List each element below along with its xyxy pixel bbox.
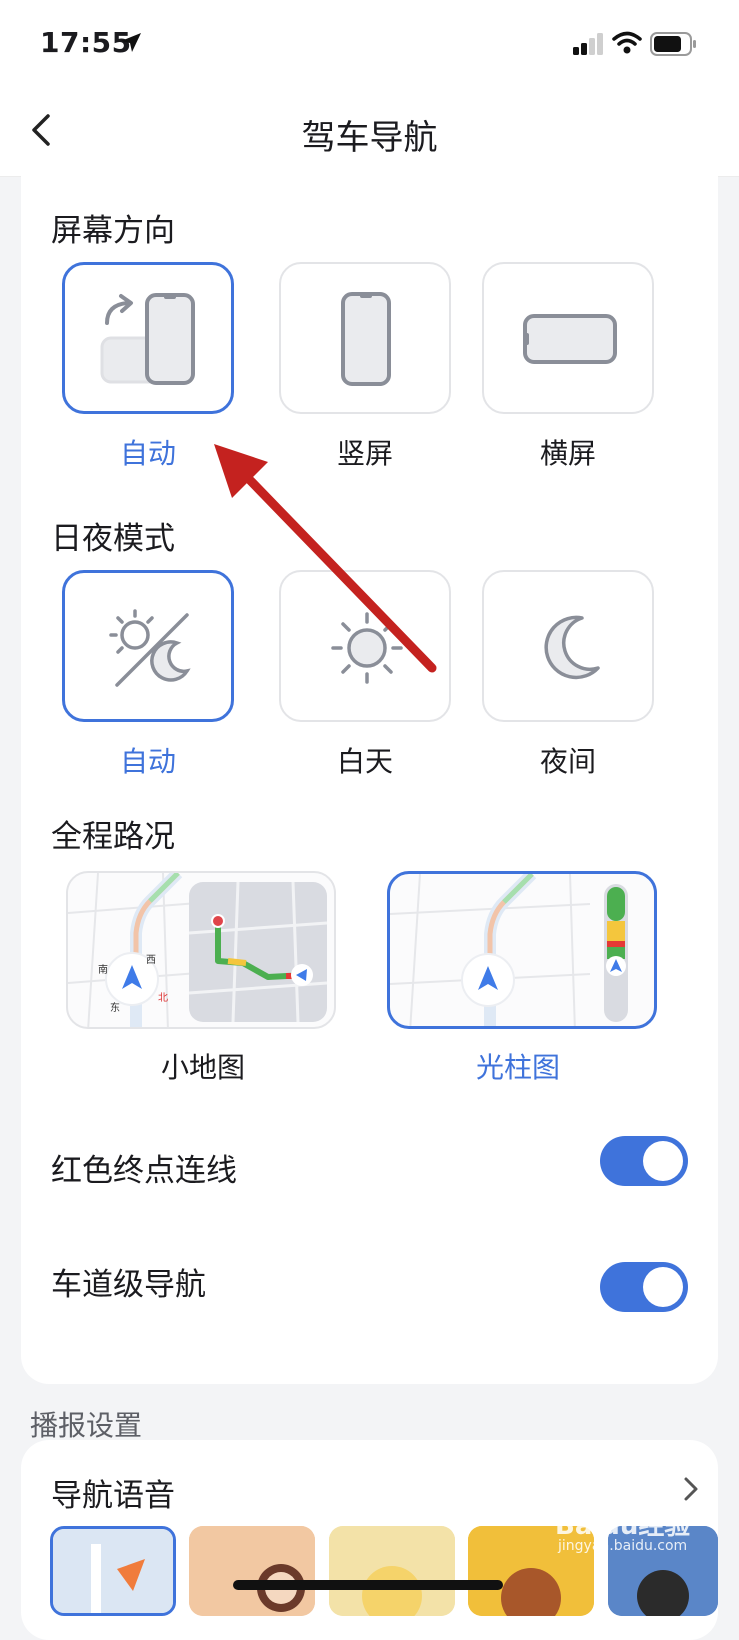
orientation-landscape-option[interactable]: [482, 262, 654, 414]
watermark-url: jingyan.baidu.com: [558, 1538, 688, 1554]
night-mode-label: 夜间: [539, 745, 596, 778]
broadcast-settings-title: 播报设置: [30, 1409, 143, 1442]
compass-north: 北: [158, 992, 168, 1004]
compass-west: 西: [146, 955, 156, 966]
compass-east: 东: [110, 1001, 120, 1014]
day-mode-option[interactable]: [279, 570, 451, 722]
landscape-phone-icon: [523, 314, 617, 364]
sun-moon-icon: [109, 609, 191, 687]
page-title: 驾车导航: [301, 118, 438, 158]
orientation-auto-option[interactable]: [62, 262, 234, 414]
voice-pack-thumbnail: [329, 1526, 455, 1616]
lane-navigation-toggle[interactable]: [600, 1262, 688, 1312]
day-night-auto-option[interactable]: [62, 570, 234, 722]
voice-pack-item[interactable]: [50, 1526, 176, 1616]
mini-map-option[interactable]: 南 西 东 北: [66, 871, 336, 1029]
red-endpoint-line-toggle[interactable]: [600, 1136, 688, 1186]
moon-icon: [544, 615, 600, 680]
orientation-landscape-label: 横屏: [539, 437, 596, 470]
toggle-knob: [643, 1141, 683, 1181]
light-bar-preview: [390, 874, 628, 1026]
home-indicator[interactable]: [233, 1580, 503, 1590]
chevron-right-icon[interactable]: [680, 1474, 702, 1504]
compass-south: 南: [98, 963, 108, 976]
section-title-orientation: 屏幕方向: [51, 213, 175, 249]
orientation-portrait-option[interactable]: [279, 262, 451, 414]
toggle-knob: [643, 1267, 683, 1307]
voice-pack-item[interactable]: [189, 1526, 315, 1616]
auto-rotate-icon: [100, 293, 195, 385]
orientation-portrait-label: 竖屏: [336, 437, 393, 470]
section-title-day-night: 日夜模式: [51, 521, 175, 557]
status-bar: 17:55: [0, 0, 739, 90]
day-night-auto-label: 自动: [119, 745, 176, 778]
wifi-icon: [612, 31, 642, 54]
nav-bar: 驾车导航: [0, 90, 739, 177]
red-endpoint-line-label: 红色终点连线: [51, 1153, 237, 1189]
voice-pack-thumbnail: [53, 1529, 173, 1613]
mini-map-preview: 南 西 东 北: [68, 873, 328, 1027]
battery-icon: [650, 32, 696, 56]
voice-pack-thumbnail: [189, 1526, 315, 1616]
cellular-signal-icon: [573, 33, 603, 55]
light-bar-option[interactable]: [387, 871, 657, 1029]
orientation-auto-label: 自动: [119, 437, 176, 470]
watermark-brand: Baidu经验: [555, 1511, 691, 1541]
portrait-phone-icon: [341, 292, 391, 386]
location-arrow-icon: [121, 33, 141, 52]
day-mode-label: 白天: [336, 745, 393, 778]
section-title-traffic: 全程路况: [51, 819, 175, 855]
light-bar-label: 光柱图: [475, 1051, 560, 1084]
sun-icon: [331, 612, 403, 684]
navigation-voice-title: 导航语音: [51, 1478, 175, 1514]
night-mode-option[interactable]: [482, 570, 654, 722]
voice-pack-item[interactable]: [329, 1526, 455, 1616]
lane-navigation-label: 车道级导航: [51, 1267, 206, 1303]
mini-map-label: 小地图: [160, 1051, 245, 1084]
